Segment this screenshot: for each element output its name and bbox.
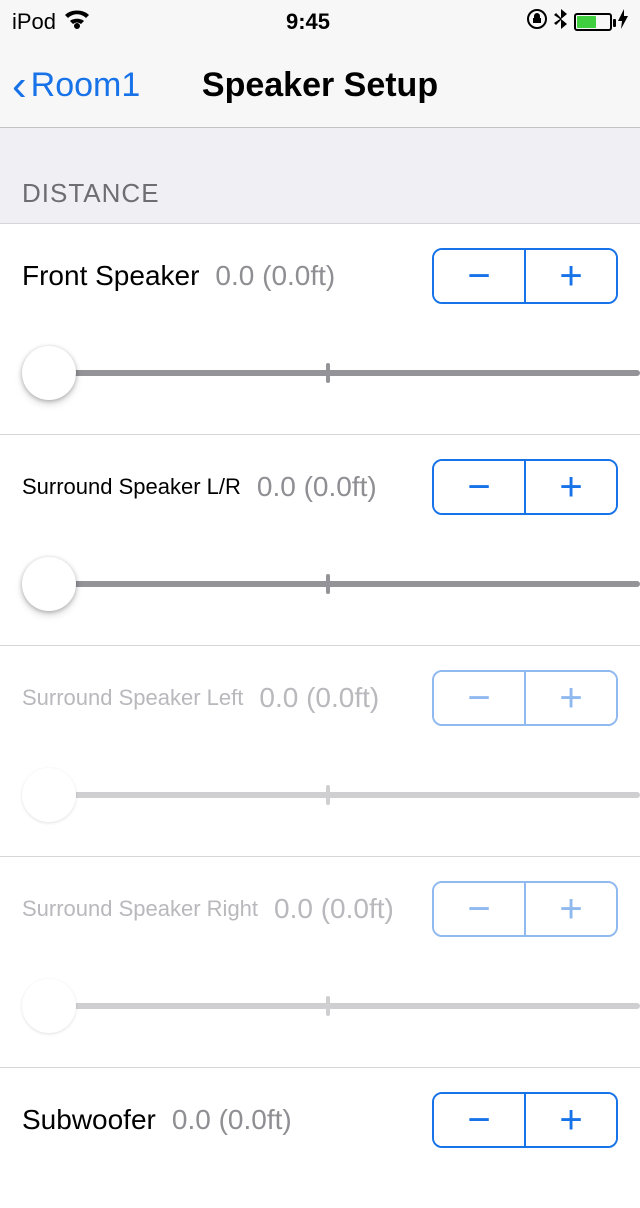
charging-icon bbox=[618, 9, 628, 35]
speaker-value: 0.0 (0.0ft) bbox=[215, 260, 416, 292]
slider-track bbox=[46, 370, 640, 376]
speaker-label: Surround Speaker Left bbox=[22, 685, 243, 711]
slider-thumb bbox=[22, 768, 76, 822]
slider-tick bbox=[326, 996, 330, 1016]
stepper-minus-button[interactable]: − bbox=[434, 1094, 526, 1146]
speaker-row-surround-right: Surround Speaker Right 0.0 (0.0ft) − + bbox=[0, 857, 640, 1068]
nav-bar: ‹ Room1 Speaker Setup bbox=[0, 44, 640, 128]
status-time: 9:45 bbox=[286, 9, 330, 35]
stepper-plus-button: + bbox=[526, 672, 616, 724]
speaker-label: Subwoofer bbox=[22, 1104, 156, 1136]
slider-track bbox=[46, 581, 640, 587]
battery-icon bbox=[574, 13, 612, 31]
stepper-plus-button[interactable]: + bbox=[526, 250, 616, 302]
slider-thumb bbox=[22, 979, 76, 1033]
back-button[interactable]: ‹ Room1 bbox=[12, 64, 140, 108]
stepper-plus-button[interactable]: + bbox=[526, 1094, 616, 1146]
speaker-value: 0.0 (0.0ft) bbox=[257, 471, 416, 503]
stepper: − + bbox=[432, 881, 618, 937]
stepper-minus-button[interactable]: − bbox=[434, 461, 526, 513]
speaker-label: Front Speaker bbox=[22, 260, 199, 292]
stepper: − + bbox=[432, 1092, 618, 1148]
rotation-lock-icon bbox=[526, 8, 548, 36]
speaker-value: 0.0 (0.0ft) bbox=[259, 682, 416, 714]
stepper: − + bbox=[432, 670, 618, 726]
speaker-row-front: Front Speaker 0.0 (0.0ft) − + bbox=[0, 224, 640, 435]
speaker-row-subwoofer: Subwoofer 0.0 (0.0ft) − + bbox=[0, 1068, 640, 1208]
slider-tick bbox=[326, 785, 330, 805]
distance-slider[interactable] bbox=[16, 557, 640, 609]
section-header-distance: DISTANCE bbox=[0, 128, 640, 223]
stepper-plus-button[interactable]: + bbox=[526, 461, 616, 513]
stepper-minus-button[interactable]: − bbox=[434, 250, 526, 302]
stepper-minus-button: − bbox=[434, 672, 526, 724]
slider-thumb[interactable] bbox=[22, 346, 76, 400]
slider-thumb[interactable] bbox=[22, 557, 76, 611]
chevron-left-icon: ‹ bbox=[12, 64, 27, 108]
slider-track bbox=[46, 1003, 640, 1009]
slider-tick bbox=[326, 574, 330, 594]
speaker-list: Front Speaker 0.0 (0.0ft) − + Surround S… bbox=[0, 223, 640, 1208]
speaker-value: 0.0 (0.0ft) bbox=[172, 1104, 416, 1136]
stepper-minus-button: − bbox=[434, 883, 526, 935]
speaker-row-surround-lr: Surround Speaker L/R 0.0 (0.0ft) − + bbox=[0, 435, 640, 646]
distance-slider bbox=[16, 768, 640, 820]
stepper: − + bbox=[432, 459, 618, 515]
distance-slider bbox=[16, 979, 640, 1031]
stepper-plus-button: + bbox=[526, 883, 616, 935]
speaker-label: Surround Speaker L/R bbox=[22, 474, 241, 500]
slider-track bbox=[46, 792, 640, 798]
status-bar: iPod 9:45 bbox=[0, 0, 640, 44]
speaker-label: Surround Speaker Right bbox=[22, 896, 258, 922]
distance-slider[interactable] bbox=[16, 346, 640, 398]
speaker-row-surround-left: Surround Speaker Left 0.0 (0.0ft) − + bbox=[0, 646, 640, 857]
bluetooth-icon bbox=[554, 8, 568, 36]
speaker-value: 0.0 (0.0ft) bbox=[274, 893, 416, 925]
slider-tick bbox=[326, 363, 330, 383]
stepper: − + bbox=[432, 248, 618, 304]
back-label: Room1 bbox=[31, 66, 141, 105]
device-label: iPod bbox=[12, 9, 56, 35]
wifi-icon bbox=[64, 9, 90, 35]
